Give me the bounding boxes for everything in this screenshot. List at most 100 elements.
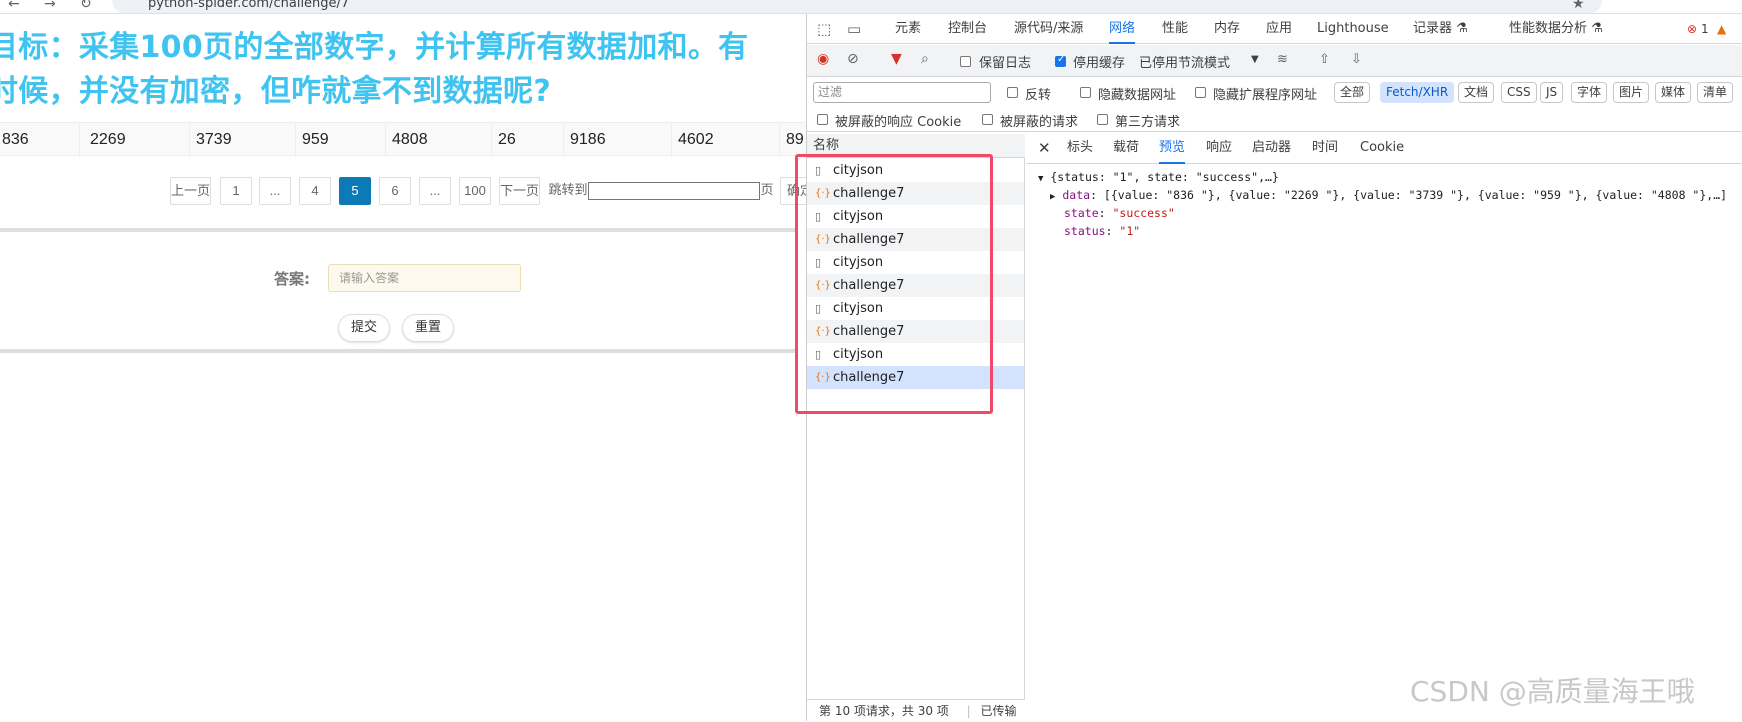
- filter-input[interactable]: 过滤: [813, 82, 991, 103]
- clear-icon[interactable]: ⊘: [847, 51, 859, 67]
- expanded-triangle-icon[interactable]: ▼: [1038, 174, 1043, 184]
- close-icon[interactable]: ✕: [1038, 134, 1051, 164]
- answer-input[interactable]: 请输入答案: [328, 264, 521, 292]
- json-data-row[interactable]: ▶ data: [{value: "836 "}, {value: "2269 …: [1050, 188, 1727, 202]
- filter-type-all[interactable]: 全部: [1334, 82, 1371, 103]
- filter-type-doc[interactable]: 文档: [1458, 82, 1495, 103]
- request-detail-panel: ✕ 标头 载荷 预览 响应 启动器 时间 Cookie ▼ {status: "…: [1026, 134, 1742, 721]
- document-icon: ▯: [815, 302, 822, 315]
- page-button-4[interactable]: 4: [299, 177, 331, 205]
- document-icon: ▯: [815, 256, 822, 269]
- import-har-icon[interactable]: ⇧: [1319, 52, 1330, 67]
- preserve-log-checkbox[interactable]: [960, 56, 971, 67]
- invert-checkbox[interactable]: [1007, 87, 1018, 98]
- request-row[interactable]: ▯ cityjson: [807, 159, 1024, 182]
- request-row[interactable]: ▯ cityjson: [807, 205, 1024, 228]
- filter-row: 过滤 反转 隐藏数据网址 隐藏扩展程序网址 全部 Fetch/XHR 文档 CS…: [807, 78, 1742, 106]
- back-icon[interactable]: ←: [8, 0, 20, 12]
- prev-page-button[interactable]: 上一页: [170, 177, 211, 205]
- tab-performance-insights[interactable]: 性能数据分析 ⚗: [1509, 14, 1603, 44]
- warning-icon[interactable]: ▲: [1717, 14, 1726, 44]
- document-icon: ▯: [815, 348, 822, 361]
- browser-toolbar: ← → ↻ python-spider.com/challenge/7 ★: [0, 0, 1742, 14]
- page-button-6[interactable]: 6: [379, 177, 411, 205]
- filter-type-font[interactable]: 字体: [1571, 82, 1608, 103]
- request-row[interactable]: ▯ cityjson: [807, 251, 1024, 274]
- tab-cookies[interactable]: Cookie: [1360, 134, 1404, 164]
- hide-data-urls-checkbox[interactable]: [1080, 87, 1091, 98]
- json-root[interactable]: ▼ {status: "1", state: "success",…}: [1038, 170, 1279, 184]
- throttle-select[interactable]: 已停用节流模式: [1139, 52, 1230, 71]
- request-row[interactable]: ▯ cityjson: [807, 343, 1024, 366]
- xhr-icon: {·}: [815, 188, 831, 199]
- record-stop-icon[interactable]: ◉: [817, 51, 829, 67]
- blocked-requests-checkbox[interactable]: [982, 114, 993, 125]
- page-button-100[interactable]: 100: [459, 177, 491, 205]
- reset-button[interactable]: 重置: [402, 314, 455, 342]
- tab-lighthouse[interactable]: Lighthouse: [1317, 14, 1389, 44]
- tab-response[interactable]: 响应: [1206, 134, 1232, 164]
- page-button-5[interactable]: 5: [339, 177, 371, 205]
- tab-preview[interactable]: 预览: [1159, 134, 1186, 164]
- request-row[interactable]: {·} challenge7: [807, 228, 1024, 251]
- inspect-element-icon[interactable]: ⬚: [817, 14, 831, 44]
- tab-payload[interactable]: 载荷: [1113, 134, 1139, 164]
- hide-data-urls-label: 隐藏数据网址: [1098, 88, 1177, 103]
- request-row[interactable]: {·} challenge7: [807, 274, 1024, 297]
- number-cell: 89: [786, 131, 804, 148]
- tab-sources[interactable]: 源代码/来源: [1014, 14, 1083, 44]
- request-row-selected[interactable]: {·} challenge7: [807, 366, 1024, 389]
- reload-icon[interactable]: ↻: [80, 0, 92, 12]
- blocked-requests-label: 被屏蔽的请求: [1000, 115, 1079, 130]
- chevron-down-icon[interactable]: ▼: [1251, 54, 1259, 65]
- network-conditions-icon[interactable]: ≋: [1277, 52, 1288, 67]
- submit-button[interactable]: 提交: [338, 314, 391, 342]
- numbers-row: 836 2269 3739 959 4808 26 9186 4602 89: [0, 122, 806, 157]
- filter-type-js[interactable]: JS: [1540, 82, 1564, 103]
- error-icon[interactable]: ⊗: [1687, 14, 1697, 44]
- tab-memory[interactable]: 内存: [1214, 14, 1240, 44]
- tab-network[interactable]: 网络: [1109, 14, 1136, 44]
- json-state-row: state: "success": [1064, 206, 1175, 220]
- request-row[interactable]: {·} challenge7: [807, 320, 1024, 343]
- filter-type-fetch-xhr[interactable]: Fetch/XHR: [1380, 82, 1455, 103]
- hide-ext-urls-checkbox[interactable]: [1195, 87, 1206, 98]
- next-page-button[interactable]: 下一页: [499, 177, 540, 205]
- address-bar[interactable]: python-spider.com/challenge/7: [112, 0, 1602, 13]
- tab-application[interactable]: 应用: [1266, 14, 1292, 44]
- disable-cache-checkbox[interactable]: [1055, 54, 1066, 67]
- page-button-1[interactable]: 1: [220, 177, 252, 205]
- divider: [0, 228, 796, 232]
- number-cell: 959: [296, 123, 386, 157]
- filter-type-css[interactable]: CSS: [1501, 82, 1537, 103]
- device-toolbar-icon[interactable]: ▭: [847, 14, 861, 44]
- filter-type-media[interactable]: 媒体: [1655, 82, 1692, 103]
- tab-performance[interactable]: 性能: [1162, 14, 1188, 44]
- jump-confirm-button[interactable]: 确定: [780, 177, 806, 205]
- network-toolbar: ◉ ⊘ ▼ ⌕ 保留日志 停用缓存 已停用节流模式 ▼ ≋ ⇧ ⇩: [807, 45, 1742, 77]
- third-party-checkbox[interactable]: [1097, 114, 1108, 125]
- filter-type-manifest[interactable]: 清单: [1697, 82, 1734, 103]
- export-har-icon[interactable]: ⇩: [1351, 52, 1362, 67]
- tab-timing[interactable]: 时间: [1312, 134, 1338, 164]
- tab-initiator[interactable]: 启动器: [1252, 134, 1291, 164]
- pagination: 上一页 1 ... 4 5 6 ... 100 下一页 跳转到 页 确定: [0, 177, 806, 205]
- name-column-header[interactable]: 名称: [807, 134, 1025, 158]
- number-cell: 9186: [564, 123, 672, 157]
- search-icon[interactable]: ⌕: [921, 51, 929, 67]
- tab-headers[interactable]: 标头: [1067, 134, 1093, 164]
- filter-type-img[interactable]: 图片: [1613, 82, 1650, 103]
- tab-console[interactable]: 控制台: [948, 14, 987, 44]
- filter-icon[interactable]: ▼: [891, 51, 902, 67]
- request-row[interactable]: ▯ cityjson: [807, 297, 1024, 320]
- tab-elements[interactable]: 元素: [895, 14, 921, 44]
- jump-page-input[interactable]: [588, 182, 760, 200]
- blocked-cookies-checkbox[interactable]: [817, 114, 828, 125]
- tab-recorder[interactable]: 记录器 ⚗: [1413, 14, 1468, 44]
- forward-icon[interactable]: →: [44, 0, 56, 12]
- page-title: 目标：采集100页的全部数字，并计算所有数据加和。有 时候，并没有加密，但咋就拿…: [0, 30, 749, 109]
- watermark: CSDN @高质量海王哦: [1410, 675, 1695, 708]
- request-row[interactable]: {·} challenge7: [807, 182, 1024, 205]
- bookmark-star-icon[interactable]: ★: [1572, 0, 1585, 12]
- collapsed-triangle-icon[interactable]: ▶: [1050, 192, 1055, 202]
